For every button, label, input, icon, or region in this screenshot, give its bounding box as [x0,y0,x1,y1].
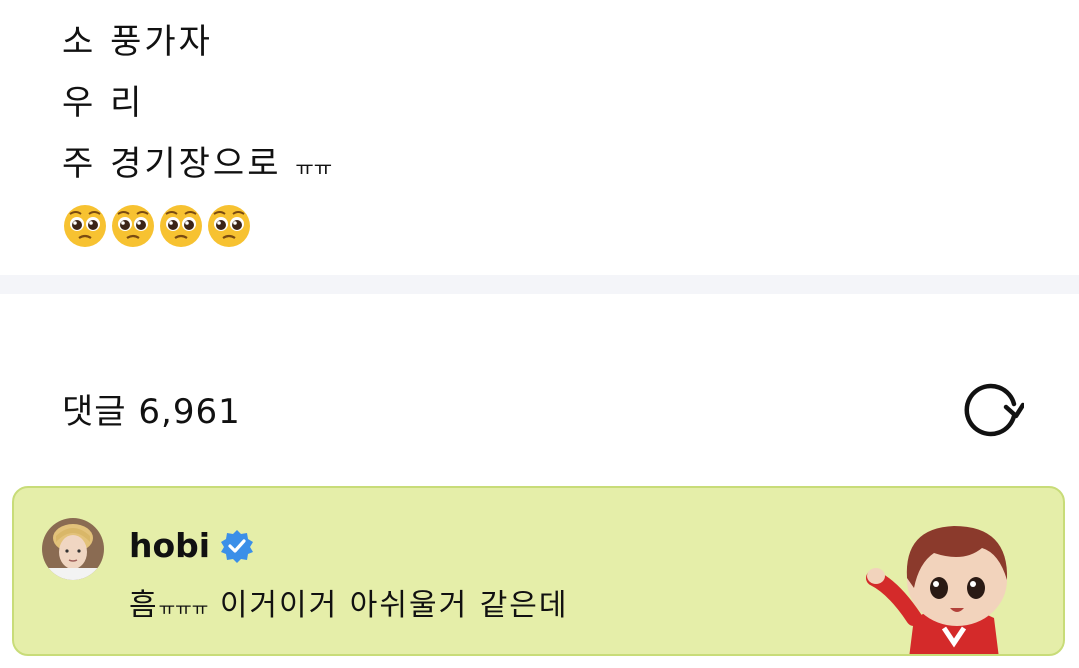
comment-text-tail: ㅠㅠㅠ [158,599,209,620]
pleading-face-icon [158,203,204,249]
verified-badge-icon [220,529,254,563]
character-sticker [864,508,1044,654]
post-line-2: 우 리 [62,83,145,123]
comments-label: 댓글 [62,392,127,432]
pinned-comment[interactable]: hobi 흠ㅠㅠㅠ 이거이거 아쉬울거 같은데 [12,486,1065,656]
post-line-3-tail: ㅠㅠ [295,156,333,180]
comments-header: 댓글 6,961 [62,384,241,433]
author-name[interactable]: hobi [129,526,210,565]
comment-author: hobi [129,526,254,565]
pleading-face-icon [110,203,156,249]
avatar[interactable] [42,518,104,580]
refresh-button[interactable] [962,380,1024,438]
section-divider [0,275,1079,294]
refresh-icon [964,383,1024,437]
post-line-3: 주 경기장으로 ㅠㅠ [62,134,332,199]
post-line-3-text: 주 경기장으로 [62,144,282,184]
post-body: 소 풍가자 우 리 주 경기장으로 ㅠㅠ [62,12,332,249]
comment-text-rest: 이거이거 아쉬울거 같은데 [208,588,569,623]
comment-text: 흠ㅠㅠㅠ 이거이거 아쉬울거 같은데 [129,580,569,624]
pleading-face-icon [206,203,252,249]
comment-text-main: 흠 [129,588,159,623]
post-line-1: 소 풍가자 [62,22,213,62]
comments-count: 6,961 [138,392,241,432]
emoji-row [62,203,332,249]
pleading-face-icon [62,203,108,249]
